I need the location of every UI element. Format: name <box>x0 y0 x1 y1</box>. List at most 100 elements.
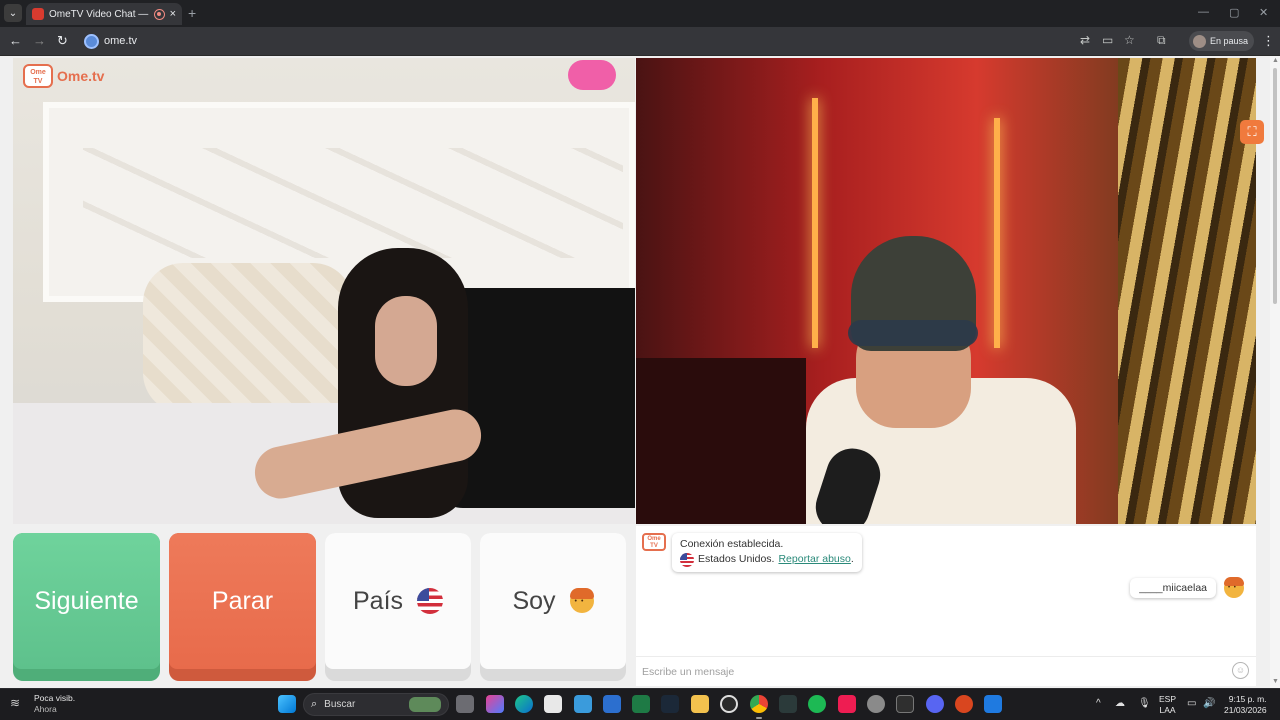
copilot-icon[interactable] <box>486 695 504 713</box>
partner-country-line: Estados Unidos. Reportar abuso. <box>680 552 854 567</box>
onedrive-icon[interactable]: ☁ <box>1115 698 1125 709</box>
tiktok-icon[interactable] <box>838 695 856 713</box>
scene-person-glasses <box>848 320 978 346</box>
language-code: ESP <box>1159 694 1177 704</box>
scene-light-pole <box>812 98 818 348</box>
keyboard-layout: LAA <box>1159 705 1176 715</box>
logo-badge-icon: Ome TV <box>23 64 53 88</box>
scroll-down-icon[interactable]: ▼ <box>1272 678 1279 685</box>
chat-input-row: ☺ <box>636 656 1256 686</box>
profile-status: En pausa <box>1210 36 1249 46</box>
excel-icon[interactable] <box>632 695 650 713</box>
bookmark-star-icon[interactable]: ☆ <box>1124 33 1135 47</box>
boy-emoji-icon <box>1224 577 1244 598</box>
report-suffix: . <box>850 553 854 565</box>
fullscreen-icon[interactable]: ⛶ <box>1240 120 1264 144</box>
capcut-icon[interactable] <box>779 695 797 713</box>
profile-button[interactable]: En pausa <box>1189 31 1255 51</box>
browser-tab-active[interactable]: OmeTV Video Chat — Omegle alternative × <box>26 3 182 25</box>
file-explorer-icon[interactable] <box>691 695 709 713</box>
country-button[interactable]: País <box>325 533 471 681</box>
window-close-button[interactable]: ✕ <box>1259 6 1268 19</box>
steam-icon[interactable] <box>661 695 679 713</box>
back-button[interactable]: ← <box>9 33 22 48</box>
scrollbar-thumb[interactable] <box>1273 68 1277 304</box>
browser-tab-bar: ⌄ OmeTV Video Chat — Omegle alternative … <box>0 0 1280 27</box>
connection-status: Conexión establecida. <box>680 538 784 550</box>
new-tab-button[interactable]: + <box>188 5 196 21</box>
gender-button-label: Soy <box>512 586 556 615</box>
avatar <box>1193 34 1206 48</box>
minimize-button[interactable]: — <box>1198 6 1209 18</box>
recording-indicator-icon <box>153 8 165 20</box>
logo-text: Ome.tv <box>57 68 105 84</box>
tab-close-icon[interactable]: × <box>170 8 176 20</box>
taskbar-search[interactable]: ⌕ Buscar <box>303 693 449 716</box>
search-placeholder: Buscar <box>324 699 356 710</box>
weather-condition: Poca visib. <box>34 693 76 703</box>
obs-icon[interactable] <box>955 695 973 713</box>
epic-games-icon[interactable] <box>896 695 914 713</box>
partner-username-message: ____miicaelaa <box>1130 577 1244 598</box>
partner-username: ____miicaelaa <box>1130 578 1216 598</box>
maximize-button[interactable]: ▢ <box>1229 6 1239 19</box>
report-abuse-link[interactable]: Reportar abuso <box>778 553 850 565</box>
browser-menu-icon[interactable]: ⋮ <box>1262 33 1275 49</box>
next-button[interactable]: Siguiente <box>13 533 160 681</box>
translate-icon[interactable]: ⇄ <box>1080 33 1090 47</box>
defender-icon[interactable] <box>984 695 1002 713</box>
chat-panel: Ome TV Conexión establecida. Estados Uni… <box>636 526 1256 686</box>
scroll-up-icon[interactable]: ▲ <box>1272 57 1279 64</box>
system-clock[interactable]: 9:15 p. m. 21/03/2026 <box>1224 694 1267 716</box>
recorder-icon[interactable] <box>720 695 738 713</box>
us-flag-icon <box>680 552 694 567</box>
settings-gear-icon[interactable] <box>867 695 885 713</box>
clock-date: 21/03/2026 <box>1224 705 1267 715</box>
task-view-icon[interactable] <box>456 695 474 713</box>
store-icon[interactable] <box>544 695 562 713</box>
scene-pillow <box>143 263 353 413</box>
reload-button[interactable]: ↻ <box>57 33 68 49</box>
boy-emoji-icon <box>569 588 594 613</box>
scene-light-pole <box>994 118 1000 348</box>
microphone-icon[interactable]: 🎙 <box>1138 698 1151 709</box>
spotify-icon[interactable] <box>808 695 826 713</box>
tray-chevron-icon[interactable]: ^ <box>1096 698 1101 709</box>
ometv-badge-icon: Ome TV <box>642 533 666 551</box>
cast-icon[interactable]: ▭ <box>1102 33 1113 47</box>
chrome-active-indicator <box>756 717 762 719</box>
stop-button[interactable]: Parar <box>169 533 316 681</box>
extensions-icon[interactable]: ⧉ <box>1157 33 1166 48</box>
gender-button[interactable]: Soy <box>480 533 626 681</box>
scene-person-face <box>375 296 437 386</box>
site-info-icon[interactable] <box>84 34 99 49</box>
emoji-picker-icon[interactable]: ☺ <box>1232 662 1249 679</box>
next-button-label: Siguiente <box>34 586 139 615</box>
weather-widget[interactable]: ≋ Poca visib. Ahora <box>10 693 75 715</box>
volume-icon[interactable]: 🔊 <box>1203 698 1215 709</box>
page-scrollbar[interactable]: ▲ ▼ <box>1270 56 1280 688</box>
country-button-label: País <box>352 586 404 615</box>
partner-country: Estados Unidos. <box>698 553 775 565</box>
address-bar[interactable]: ome.tv <box>80 30 1150 53</box>
us-flag-icon <box>417 588 444 614</box>
start-icon[interactable] <box>278 695 296 713</box>
language-indicator[interactable]: ESP LAA <box>1159 694 1176 716</box>
photos-icon[interactable] <box>574 695 592 713</box>
tab-search-button[interactable]: ⌄ <box>4 4 22 22</box>
discord-icon[interactable] <box>926 695 944 713</box>
forward-button[interactable]: → <box>33 33 46 48</box>
network-icon[interactable]: ▭ <box>1187 698 1196 709</box>
system-message-bubble: Conexión establecida. Estados Unidos. Re… <box>672 533 862 572</box>
chat-message-input[interactable] <box>642 663 1222 681</box>
ometv-logo[interactable]: Ome TV Ome.tv <box>23 64 104 88</box>
outlook-icon[interactable] <box>603 695 621 713</box>
chrome-icon[interactable] <box>750 695 768 713</box>
edge-icon[interactable] <box>515 695 533 713</box>
tab-title: OmeTV Video Chat — Omegle alternative <box>49 8 149 20</box>
fog-icon: ≋ <box>10 696 21 710</box>
search-highlight-icon <box>409 697 441 712</box>
self-video <box>636 58 1256 524</box>
url-text[interactable]: ome.tv <box>104 35 137 47</box>
system-message: Ome TV Conexión establecida. Estados Uni… <box>642 533 862 572</box>
